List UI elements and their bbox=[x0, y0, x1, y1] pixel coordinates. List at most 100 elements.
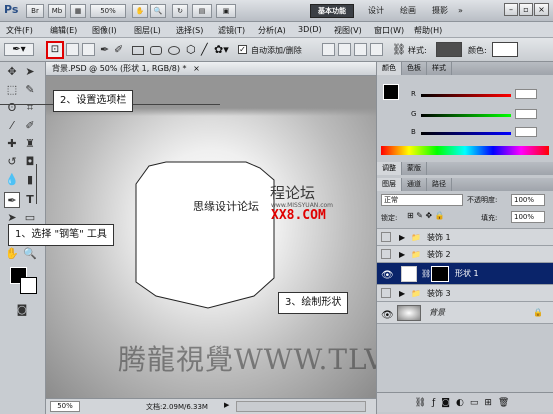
green-slider[interactable] bbox=[421, 114, 511, 117]
tab-color[interactable]: 颜色 bbox=[377, 62, 402, 75]
zoom-tool-icon[interactable]: 🔍 bbox=[150, 4, 166, 18]
line-tool-icon[interactable]: ╱ bbox=[201, 43, 208, 56]
screen-mode-icon[interactable]: ▣ bbox=[216, 4, 236, 18]
fill-field[interactable]: 100% bbox=[511, 211, 545, 223]
new-layer-icon[interactable]: ⊞ bbox=[484, 398, 498, 408]
opacity-field[interactable]: 100% bbox=[511, 194, 545, 206]
eye-icon[interactable]: 👁 bbox=[381, 265, 394, 287]
link-layers-icon[interactable]: ⛓ bbox=[415, 398, 432, 408]
lasso-tool-icon[interactable]: ʘ bbox=[4, 100, 20, 116]
rounded-rectangle-icon[interactable] bbox=[150, 46, 162, 55]
blend-mode-select[interactable]: 正常 bbox=[381, 194, 463, 206]
bridge-button[interactable]: Br bbox=[26, 4, 44, 18]
pen-tool-preset-icon[interactable]: ✒▾ bbox=[4, 43, 34, 56]
red-value-field[interactable] bbox=[515, 89, 537, 99]
close-icon[interactable]: × bbox=[534, 3, 549, 16]
shape-layers-icon[interactable]: ⊡ bbox=[46, 41, 64, 59]
expand-arrow-icon[interactable]: ▶ bbox=[399, 229, 405, 246]
green-value-field[interactable] bbox=[515, 109, 537, 119]
minimize-icon[interactable]: – bbox=[504, 3, 518, 16]
marquee-tool-icon[interactable]: ⬚ bbox=[4, 82, 20, 98]
tab-styles[interactable]: 样式 bbox=[427, 62, 452, 75]
menu-help[interactable]: 帮助(H) bbox=[414, 25, 442, 36]
hand-icon[interactable]: ✋ bbox=[4, 246, 20, 262]
tab-layers[interactable]: 图层 bbox=[377, 178, 402, 191]
tab-paths[interactable]: 路径 bbox=[427, 178, 452, 191]
subtract-shape-icon[interactable] bbox=[338, 43, 351, 56]
tab-swatches[interactable]: 色板 bbox=[402, 62, 427, 75]
blue-slider[interactable] bbox=[421, 132, 511, 135]
tab-masks[interactable]: 蒙版 bbox=[402, 162, 427, 175]
ellipse-tool-icon[interactable] bbox=[168, 46, 180, 55]
layer-row[interactable]: ▶ 📁 装饰 2 bbox=[377, 246, 553, 263]
color-spectrum-ramp[interactable] bbox=[381, 146, 549, 155]
tab-channels[interactable]: 通道 bbox=[402, 178, 427, 191]
workspace-more-icon[interactable]: » bbox=[458, 4, 463, 18]
add-mask-icon[interactable]: ◙ bbox=[441, 398, 456, 408]
intersect-shape-icon[interactable] bbox=[354, 43, 367, 56]
new-group-icon[interactable]: ▭ bbox=[470, 398, 485, 408]
layer-row[interactable]: 👁 背景 🔒 bbox=[377, 302, 553, 324]
red-slider[interactable] bbox=[421, 94, 511, 97]
menu-3d[interactable]: 3D(D) bbox=[298, 25, 322, 34]
layer-row[interactable]: ▶ 📁 装饰 1 bbox=[377, 229, 553, 246]
view-extras-button[interactable]: ▦ bbox=[70, 4, 86, 18]
auto-add-delete-checkbox[interactable]: ✓ bbox=[238, 45, 247, 54]
color-fg-swatch[interactable] bbox=[383, 84, 399, 100]
crop-tool-icon[interactable]: ⌗ bbox=[22, 100, 38, 116]
rotate-view-icon[interactable]: ↻ bbox=[172, 4, 188, 18]
mini-bridge-button[interactable]: Mb bbox=[48, 4, 66, 18]
color-swatch[interactable] bbox=[492, 42, 518, 57]
layer-row-selected[interactable]: 👁 ⛓ 形状 1 bbox=[377, 263, 553, 285]
link-icon[interactable]: ⛓ bbox=[392, 43, 406, 56]
fx-icon[interactable]: ƒ bbox=[432, 398, 441, 408]
pen-icon[interactable]: ✒ bbox=[100, 43, 109, 56]
visibility-toggle[interactable] bbox=[381, 232, 391, 242]
adjustment-layer-icon[interactable]: ◐ bbox=[456, 398, 470, 408]
exclude-shape-icon[interactable] bbox=[370, 43, 383, 56]
history-brush-icon[interactable]: ↺ bbox=[4, 154, 20, 170]
style-swatch[interactable] bbox=[436, 42, 462, 57]
menu-window[interactable]: 窗口(W) bbox=[374, 25, 404, 36]
menu-layer[interactable]: 图层(L) bbox=[134, 25, 161, 36]
workspace-design[interactable]: 设计 bbox=[368, 4, 384, 18]
quick-mask-icon[interactable]: ◙ bbox=[14, 302, 30, 318]
status-arrow-icon[interactable]: ▶ bbox=[224, 401, 229, 409]
paths-mode-icon[interactable] bbox=[66, 43, 79, 56]
workspace-photography[interactable]: 摄影 bbox=[432, 4, 448, 18]
visibility-toggle[interactable] bbox=[381, 249, 391, 259]
polygon-tool-icon[interactable]: ⬡ bbox=[186, 43, 196, 56]
status-zoom[interactable]: 50% bbox=[50, 401, 80, 412]
eyedropper-icon[interactable]: ⁄ bbox=[4, 118, 20, 134]
workspace-essentials[interactable]: 基本功能 bbox=[310, 4, 354, 18]
move-tool-icon[interactable]: ✥ bbox=[4, 64, 20, 80]
freeform-pen-icon[interactable]: ✐ bbox=[114, 43, 123, 56]
arrange-documents-icon[interactable]: ▤ bbox=[192, 4, 212, 18]
blue-value-field[interactable] bbox=[515, 127, 537, 137]
menu-select[interactable]: 选择(S) bbox=[176, 25, 203, 36]
menu-analysis[interactable]: 分析(A) bbox=[258, 25, 286, 36]
combine-shape-icon[interactable] bbox=[322, 43, 335, 56]
zoom-level-select[interactable]: 50% bbox=[90, 4, 126, 18]
horizontal-scrollbar[interactable] bbox=[236, 401, 366, 412]
zoom-icon[interactable]: 🔍 bbox=[22, 246, 38, 262]
document-tab[interactable]: 背景.PSD @ 50% (形状 1, RGB/8) * × bbox=[46, 62, 376, 76]
menu-view[interactable]: 视图(V) bbox=[334, 25, 362, 36]
rectangle-tool-icon[interactable] bbox=[132, 46, 144, 55]
menu-filter[interactable]: 滤镜(T) bbox=[218, 25, 245, 36]
document-close-icon[interactable]: × bbox=[193, 64, 200, 73]
eye-icon[interactable]: 👁 bbox=[381, 305, 394, 327]
brush-tool-icon[interactable]: ✐ bbox=[22, 118, 38, 134]
tab-adjustments[interactable]: 调整 bbox=[377, 162, 402, 175]
delete-layer-icon[interactable]: 🗑 bbox=[498, 398, 515, 408]
fill-pixels-icon[interactable] bbox=[82, 43, 95, 56]
expand-arrow-icon[interactable]: ▶ bbox=[399, 246, 405, 263]
restore-icon[interactable]: ▫ bbox=[519, 3, 533, 16]
custom-shape-icon[interactable]: ✿▾ bbox=[214, 43, 229, 56]
visibility-toggle[interactable] bbox=[381, 288, 391, 298]
menu-edit[interactable]: 编辑(E) bbox=[50, 25, 77, 36]
lock-icons[interactable]: ⊞ ✎ ✥ 🔒 bbox=[407, 211, 445, 220]
healing-brush-icon[interactable]: ✚ bbox=[4, 136, 20, 152]
background-color-swatch[interactable] bbox=[20, 277, 37, 294]
expand-arrow-icon[interactable]: ▶ bbox=[399, 285, 405, 302]
